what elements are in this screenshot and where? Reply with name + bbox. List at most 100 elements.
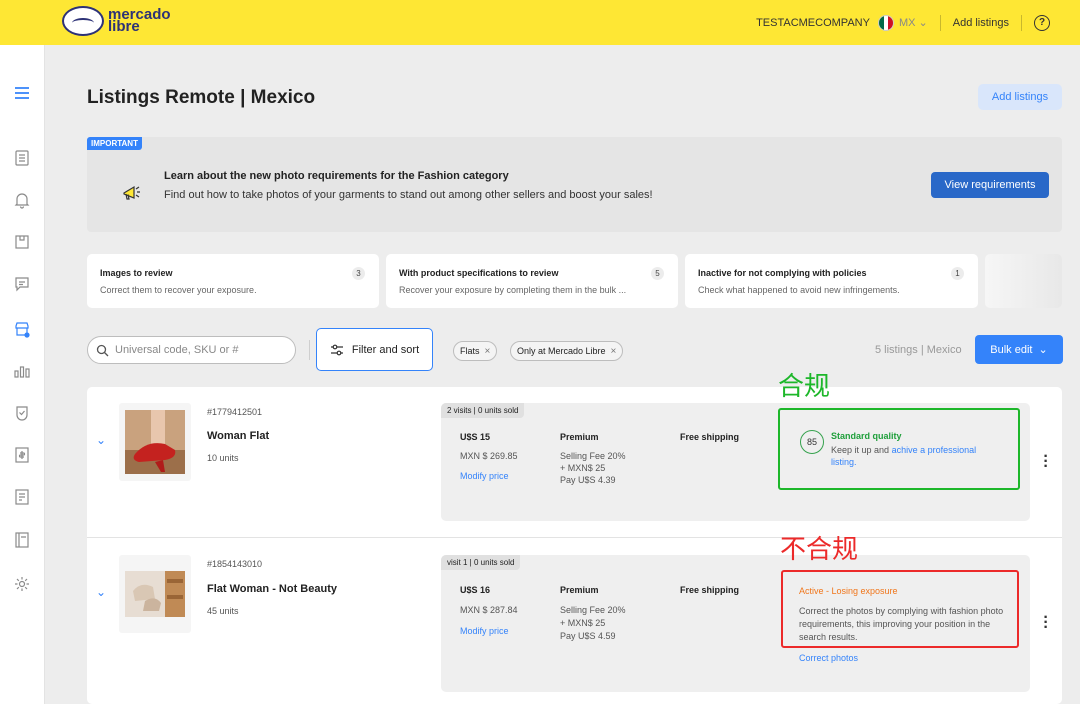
filter-sort-button[interactable]: Filter and sort <box>316 328 433 371</box>
header-divider <box>939 14 941 31</box>
metrics-icon[interactable] <box>12 361 32 381</box>
correct-photos-link[interactable]: Correct photos <box>799 652 858 664</box>
listings-icon[interactable] <box>12 148 32 168</box>
summary-card-inactive[interactable]: Inactive for not complying with policies… <box>685 254 978 308</box>
price: U$S 16 <box>460 585 491 595</box>
book-icon[interactable] <box>12 530 32 550</box>
bulk-edit-label: Bulk edit <box>990 343 1033 356</box>
shipping: Free shipping <box>680 432 740 442</box>
more-options-icon[interactable]: · · · <box>1042 449 1050 475</box>
header-add-listings-link[interactable]: Add listings <box>953 17 1009 29</box>
header-right: TESTACMECOMPANY MX ⌄ Add listings ? <box>756 0 1050 45</box>
close-icon[interactable]: × <box>611 346 617 357</box>
billing-icon[interactable] <box>12 445 32 465</box>
shipping: Free shipping <box>680 585 740 595</box>
visits-badge: visit 1 | 0 units sold <box>441 555 521 570</box>
count-badge: 1 <box>951 267 964 280</box>
country-code: MX <box>898 17 916 29</box>
header-divider <box>1021 14 1022 31</box>
selling-fee-extra: + MXN$ 25 <box>560 463 606 473</box>
expand-chevron-icon[interactable]: ⌄ <box>96 433 106 447</box>
card-title: With product specifications to review <box>399 268 559 278</box>
store-icon[interactable] <box>12 319 32 339</box>
country-selector[interactable]: MX ⌄ <box>899 16 928 29</box>
mexico-flag-icon <box>877 14 894 31</box>
account-name[interactable]: TESTACMECOMPANY <box>756 17 870 29</box>
add-listings-button[interactable]: Add listings <box>978 84 1062 110</box>
modify-price-link[interactable]: Modify price <box>460 470 509 482</box>
listing-title[interactable]: Flat Woman - Not Beauty <box>207 583 337 595</box>
compliant-annotation: 合规 <box>778 372 831 402</box>
listing-title[interactable]: Woman Flat <box>207 430 269 442</box>
chip-label: Flats <box>460 346 480 356</box>
count-badge: 3 <box>352 267 365 280</box>
price-local: MXN $ 287.84 <box>460 605 518 615</box>
card-description: Recover your exposure by completing them… <box>399 285 627 295</box>
gear-icon[interactable] <box>12 574 32 594</box>
toolbar-divider <box>309 340 310 360</box>
pay-amount: Pay U$S 4.39 <box>560 475 616 485</box>
flat-woman-shoe-image <box>125 571 185 617</box>
listing-sku[interactable]: #1854143010 <box>207 559 262 569</box>
summary-card-images[interactable]: Images to review Correct them to recover… <box>87 254 379 308</box>
menu-icon[interactable] <box>12 83 32 103</box>
selling-fee-extra: + MXN$ 25 <box>560 618 606 628</box>
exposure-status-box: Active - Losing exposure Correct the pho… <box>781 570 1019 648</box>
megaphone-icon <box>123 185 140 200</box>
chat-icon[interactable] <box>12 274 32 294</box>
status-title: Standard quality <box>831 431 902 441</box>
top-header: mercado libre TESTACMECOMPANY MX ⌄ Add l… <box>0 0 1080 45</box>
selling-fee: Selling Fee 20% <box>560 605 626 615</box>
help-icon[interactable]: ? <box>1034 14 1050 31</box>
view-requirements-button[interactable]: View requirements <box>931 172 1049 198</box>
noncompliant-annotation: 不合规 <box>780 535 859 565</box>
product-image[interactable] <box>119 555 191 633</box>
modify-price-link[interactable]: Modify price <box>460 625 509 637</box>
expand-chevron-icon[interactable]: ⌄ <box>96 585 106 599</box>
more-options-icon[interactable]: · · · <box>1042 610 1050 636</box>
filter-chip-flats[interactable]: Flats × <box>453 341 498 361</box>
listing-units: 10 units <box>207 453 239 463</box>
quality-status-box: 85 Standard quality Keep it up and achiv… <box>778 408 1020 490</box>
important-tag: IMPORTANT <box>87 137 142 150</box>
handshake-icon <box>62 6 104 36</box>
receipt-icon[interactable] <box>12 487 32 507</box>
status-description: Keep it up and <box>831 445 890 455</box>
summary-card-specifications[interactable]: With product specifications to review Re… <box>386 254 678 308</box>
status-description: Correct the photos by complying with fas… <box>799 606 1004 642</box>
row-divider <box>87 537 1062 538</box>
price: U$S 15 <box>460 432 491 442</box>
summary-card-next[interactable] <box>985 254 1062 308</box>
listing-units: 45 units <box>207 606 239 616</box>
filter-sort-label: Filter and sort <box>351 343 420 356</box>
page-title: Listings Remote | Mexico <box>87 87 316 108</box>
close-icon[interactable]: × <box>485 346 491 357</box>
shield-icon[interactable] <box>12 403 32 423</box>
quality-score: 85 <box>800 430 824 454</box>
bulk-edit-button[interactable]: Bulk edit ⌄ <box>975 335 1063 364</box>
count-badge: 5 <box>651 267 664 280</box>
product-image[interactable] <box>119 403 191 481</box>
status-title: Active - Losing exposure <box>799 586 898 596</box>
box-icon[interactable] <box>12 232 32 252</box>
listing-type: Premium <box>560 432 599 442</box>
search-input[interactable] <box>115 344 285 356</box>
red-flat-shoe-image <box>125 410 185 474</box>
card-title: Images to review <box>100 268 173 278</box>
sliders-icon <box>330 344 343 355</box>
pay-amount: Pay U$S 4.59 <box>560 631 616 641</box>
banner-description: Find out how to take photos of your garm… <box>164 189 653 201</box>
price-local: MXN $ 269.85 <box>460 451 518 461</box>
mercado-libre-logo[interactable]: mercado libre <box>62 6 171 36</box>
card-description: Correct them to recover your exposure. <box>100 285 257 295</box>
listing-type: Premium <box>560 585 599 595</box>
selling-fee: Selling Fee 20% <box>560 451 626 461</box>
bell-icon[interactable] <box>12 190 32 210</box>
important-banner: IMPORTANT Learn about the new photo requ… <box>87 137 1062 232</box>
filter-chip-only-mercado-libre[interactable]: Only at Mercado Libre × <box>510 341 624 361</box>
listing-sku[interactable]: #1779412501 <box>207 407 262 417</box>
chevron-down-icon: ⌄ <box>918 17 928 29</box>
search-box <box>87 336 296 364</box>
sidebar <box>0 45 45 704</box>
card-title: Inactive for not complying with policies <box>698 268 867 278</box>
